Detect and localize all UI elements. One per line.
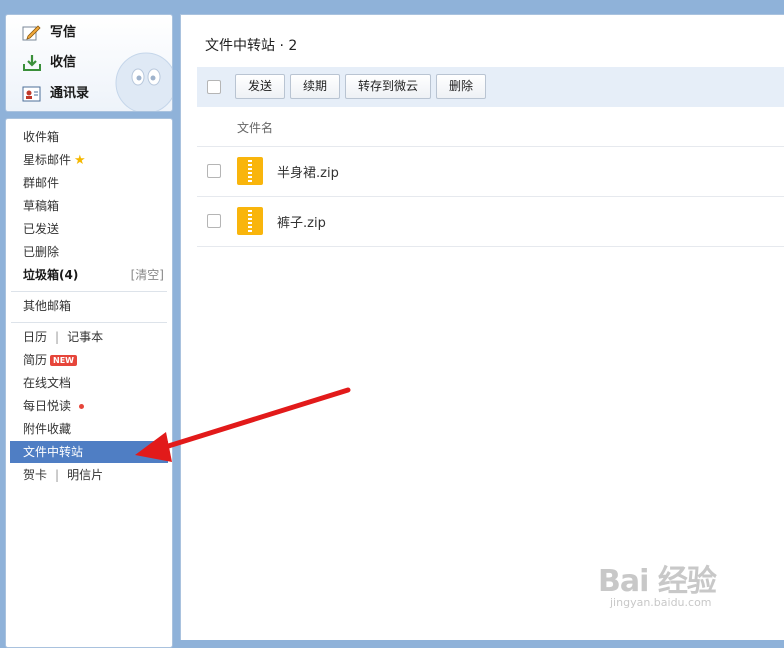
nav-card-postcard: 贺卡 | 明信片 <box>10 464 168 486</box>
nav-pipe: | <box>55 330 60 344</box>
receive-mail-label: 收信 <box>50 55 77 70</box>
nav-deleted-label: 已删除 <box>23 245 60 259</box>
nav-other-mailbox[interactable]: 其他邮箱 <box>10 295 168 317</box>
delete-button[interactable]: 删除 <box>436 74 486 99</box>
nav-spam[interactable]: 垃圾箱(4) [清空] <box>10 264 168 286</box>
nav-online-docs[interactable]: 在线文档 <box>10 372 168 394</box>
nav-card[interactable]: 贺卡 <box>23 468 47 482</box>
nav-notes[interactable]: 记事本 <box>67 330 103 344</box>
pencil-icon <box>22 24 42 42</box>
nav-group-mail[interactable]: 群邮件 <box>10 172 168 194</box>
unread-dot-icon <box>79 404 85 409</box>
contacts-label: 通讯录 <box>50 86 90 101</box>
row-checkbox[interactable] <box>207 214 221 228</box>
write-mail-label: 写信 <box>50 25 77 40</box>
file-name[interactable]: 裤子.zip <box>277 212 326 231</box>
nav-inbox-label: 收件箱 <box>23 130 60 144</box>
send-button[interactable]: 发送 <box>235 74 285 99</box>
nav-calendar-notes: 日历 | 记事本 <box>10 326 168 348</box>
nav-pipe: | <box>55 468 60 482</box>
renew-button[interactable]: 续期 <box>290 74 340 99</box>
download-icon <box>22 54 42 72</box>
nav-starred[interactable]: 星标邮件 ★ <box>10 149 168 171</box>
nav-divider <box>11 322 167 323</box>
nav-resume[interactable]: 简历 NEW <box>10 349 168 371</box>
receive-mail-button[interactable]: 收信 <box>22 51 76 75</box>
row-checkbox[interactable] <box>207 164 221 178</box>
write-mail-button[interactable]: 写信 <box>22 21 76 45</box>
nav-drafts[interactable]: 草稿箱 <box>10 195 168 217</box>
page-title: 文件中转站 · 2 <box>205 38 298 54</box>
nav-file-transfer-label: 文件中转站 <box>23 445 84 459</box>
table-row[interactable]: 半身裙.zip <box>197 147 784 195</box>
nav-group-label: 群邮件 <box>23 176 60 190</box>
nav-attachments[interactable]: 附件收藏 <box>10 418 168 440</box>
column-header-filename: 文件名 <box>237 121 274 135</box>
zip-file-icon <box>237 207 263 235</box>
watermark-url: jingyan.baidu.com <box>610 596 712 609</box>
nav-other-mailbox-label: 其他邮箱 <box>23 299 72 313</box>
toolbar: 发送 续期 转存到微云 删除 <box>197 67 784 107</box>
contact-card-icon <box>22 85 42 103</box>
nav-daily-read[interactable]: 每日悦读 <box>10 395 168 417</box>
save-to-cloud-button[interactable]: 转存到微云 <box>345 74 431 99</box>
nav-inbox[interactable]: 收件箱 <box>10 126 168 148</box>
nav-deleted[interactable]: 已删除 <box>10 241 168 263</box>
clear-spam-link[interactable]: [清空] <box>131 264 164 286</box>
zip-file-icon <box>237 157 263 185</box>
compose-panel: 写信 收信 通讯录 <box>5 14 173 112</box>
folder-nav: 收件箱 星标邮件 ★ 群邮件 草稿箱 已发送 已删除 垃圾箱(4) [清空] 其他… <box>5 118 173 648</box>
nav-divider <box>11 291 167 292</box>
nav-daily-read-label: 每日悦读 <box>23 399 72 413</box>
main-content: 文件中转站 · 2 发送 续期 转存到微云 删除 文件名 半身裙.zip 裤子.… <box>180 14 784 640</box>
baidu-watermark: Bai 经验 jingyan.baidu.com <box>598 556 717 609</box>
select-all-checkbox[interactable] <box>207 80 221 94</box>
nav-sent[interactable]: 已发送 <box>10 218 168 240</box>
new-badge: NEW <box>50 355 77 366</box>
contacts-button[interactable]: 通讯录 <box>22 82 89 106</box>
watermark-logo: Bai 经验 <box>598 564 717 599</box>
nav-online-docs-label: 在线文档 <box>23 376 72 390</box>
nav-drafts-label: 草稿箱 <box>23 199 60 213</box>
table-row[interactable]: 裤子.zip <box>197 197 784 245</box>
qq-penguin-icon <box>115 52 172 111</box>
nav-postcard[interactable]: 明信片 <box>67 468 103 482</box>
nav-resume-label: 简历 <box>23 353 48 367</box>
nav-sent-label: 已发送 <box>23 222 60 236</box>
row-divider <box>197 246 784 247</box>
nav-attachments-label: 附件收藏 <box>23 422 72 436</box>
nav-calendar[interactable]: 日历 <box>23 330 47 344</box>
star-icon: ★ <box>74 153 86 168</box>
nav-file-transfer[interactable]: 文件中转站 <box>10 441 168 463</box>
file-name[interactable]: 半身裙.zip <box>277 162 339 181</box>
nav-spam-label: 垃圾箱(4) <box>23 268 79 282</box>
nav-starred-label: 星标邮件 <box>23 153 72 167</box>
